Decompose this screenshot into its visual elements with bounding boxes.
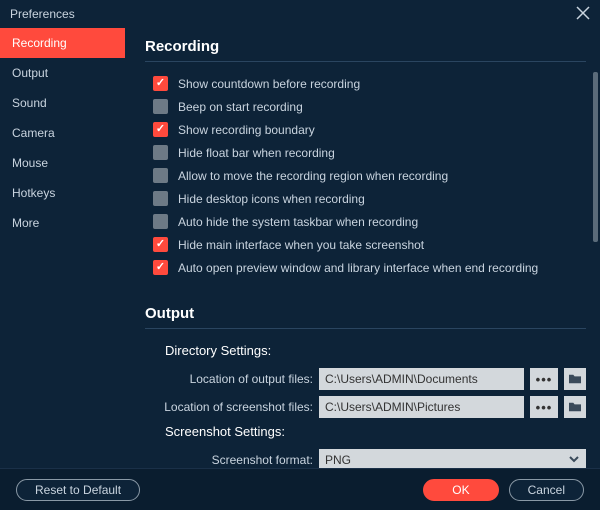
chevron-down-icon (568, 453, 580, 468)
field-row: Screenshot format: PNG (153, 449, 586, 468)
input-output-files[interactable] (319, 368, 524, 390)
reset-default-button[interactable]: Reset to Default (16, 479, 140, 501)
check-row: Show countdown before recording (153, 76, 586, 91)
select-screenshot-format[interactable]: PNG (319, 449, 586, 468)
check-label: Auto hide the system taskbar when record… (178, 215, 418, 229)
titlebar: Preferences (0, 0, 600, 28)
checkbox-show-boundary[interactable] (153, 122, 168, 137)
check-label: Hide main interface when you take screen… (178, 238, 424, 252)
scrollbar[interactable] (593, 72, 598, 282)
sidebar-item-more[interactable]: More (0, 208, 125, 238)
ok-button[interactable]: OK (423, 479, 498, 501)
window-title: Preferences (10, 7, 75, 21)
checkbox-show-countdown[interactable] (153, 76, 168, 91)
input-screenshot-files[interactable] (319, 396, 524, 418)
check-row: Allow to move the recording region when … (153, 168, 586, 183)
footer: Reset to Default OK Cancel (0, 468, 600, 510)
checkbox-beep-start[interactable] (153, 99, 168, 114)
sidebar-item-label: Output (12, 66, 48, 80)
check-label: Allow to move the recording region when … (178, 169, 448, 183)
sidebar-item-hotkeys[interactable]: Hotkeys (0, 178, 125, 208)
scrollbar-thumb[interactable] (593, 72, 598, 242)
field-row: Location of screenshot files: ••• (153, 396, 586, 418)
sidebar-item-recording[interactable]: Recording (0, 28, 125, 58)
sidebar-item-label: Sound (12, 96, 47, 110)
check-label: Show countdown before recording (178, 77, 360, 91)
open-folder-button[interactable] (564, 396, 586, 418)
close-icon[interactable] (576, 6, 590, 23)
check-label: Auto open preview window and library int… (178, 261, 538, 275)
sidebar-item-sound[interactable]: Sound (0, 88, 125, 118)
label-screenshot-files: Location of screenshot files: (153, 400, 313, 414)
check-row: Auto hide the system taskbar when record… (153, 214, 586, 229)
browse-button[interactable]: ••• (530, 368, 558, 390)
check-label: Hide float bar when recording (178, 146, 335, 160)
check-row: Hide float bar when recording (153, 145, 586, 160)
check-label: Beep on start recording (178, 100, 303, 114)
browse-button[interactable]: ••• (530, 396, 558, 418)
check-row: Hide main interface when you take screen… (153, 237, 586, 252)
sidebar-item-mouse[interactable]: Mouse (0, 148, 125, 178)
section-title-output: Output (145, 305, 586, 329)
sidebar-item-camera[interactable]: Camera (0, 118, 125, 148)
field-row: Location of output files: ••• (153, 368, 586, 390)
sidebar: Recording Output Sound Camera Mouse Hotk… (0, 28, 125, 468)
check-row: Auto open preview window and library int… (153, 260, 586, 275)
checkbox-hide-main-interface[interactable] (153, 237, 168, 252)
check-row: Hide desktop icons when recording (153, 191, 586, 206)
sidebar-item-label: Hotkeys (12, 186, 55, 200)
sidebar-item-label: Mouse (12, 156, 48, 170)
checkbox-auto-open-preview[interactable] (153, 260, 168, 275)
sidebar-item-label: More (12, 216, 39, 230)
sidebar-item-output[interactable]: Output (0, 58, 125, 88)
content-area: Recording Show countdown before recordin… (125, 28, 600, 468)
check-row: Show recording boundary (153, 122, 586, 137)
folder-icon (568, 373, 582, 385)
open-folder-button[interactable] (564, 368, 586, 390)
section-title-recording: Recording (145, 38, 586, 62)
sidebar-item-label: Camera (12, 126, 55, 140)
subsection-screenshot-settings: Screenshot Settings: (165, 424, 586, 439)
checkbox-allow-move-region[interactable] (153, 168, 168, 183)
check-row: Beep on start recording (153, 99, 586, 114)
check-label: Hide desktop icons when recording (178, 192, 365, 206)
label-screenshot-format: Screenshot format: (153, 453, 313, 467)
folder-icon (568, 401, 582, 413)
cancel-button[interactable]: Cancel (509, 479, 584, 501)
checkbox-hide-float-bar[interactable] (153, 145, 168, 160)
checkbox-auto-hide-taskbar[interactable] (153, 214, 168, 229)
subsection-directory-settings: Directory Settings: (165, 343, 586, 358)
checkbox-hide-desktop-icons[interactable] (153, 191, 168, 206)
label-output-files: Location of output files: (153, 372, 313, 386)
sidebar-item-label: Recording (12, 36, 67, 50)
check-label: Show recording boundary (178, 123, 315, 137)
select-value: PNG (325, 453, 351, 467)
